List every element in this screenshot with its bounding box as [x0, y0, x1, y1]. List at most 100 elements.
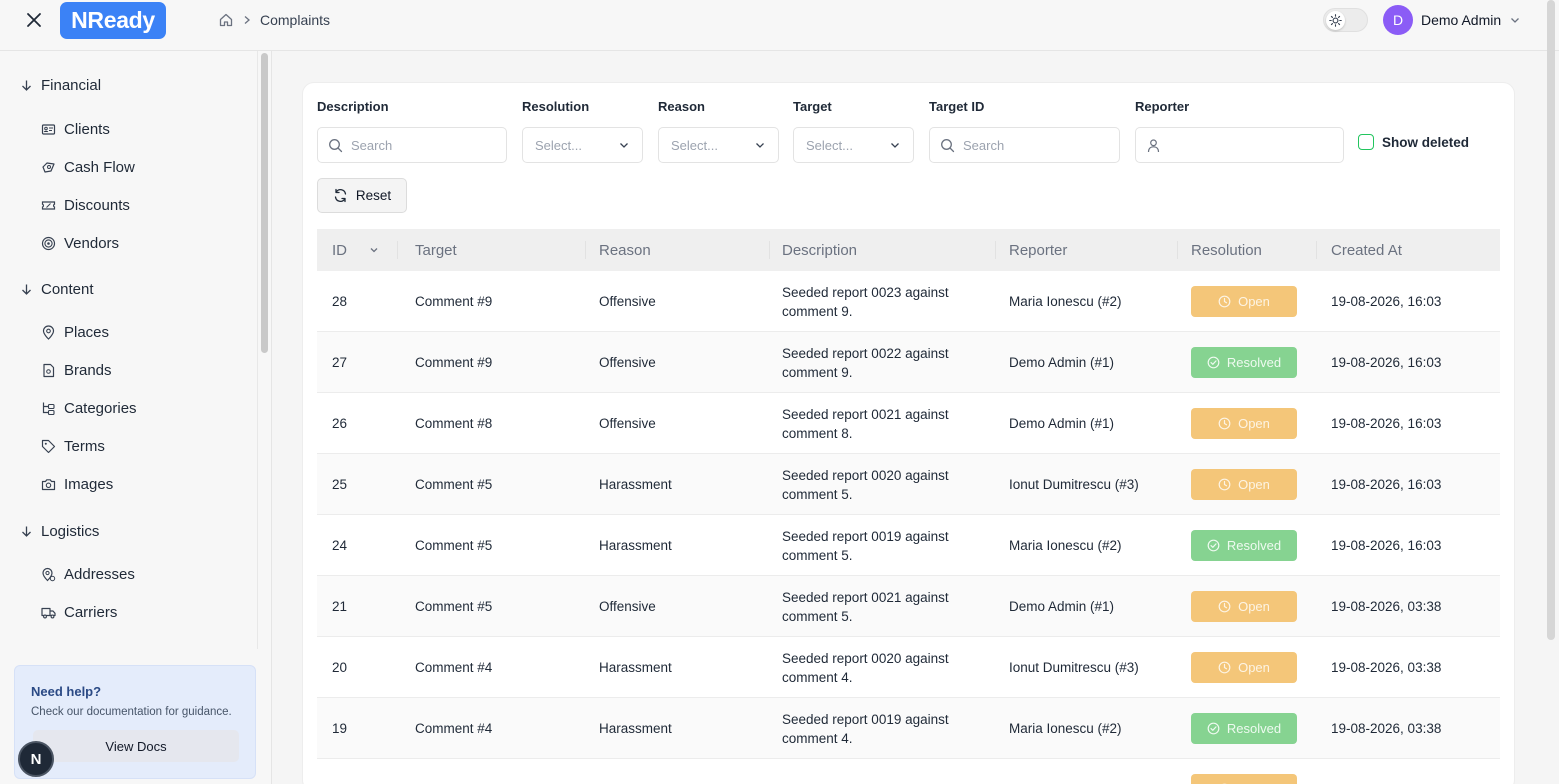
cell-reporter[interactable]: Maria Ionescu (#2)	[1009, 515, 1122, 576]
table-row[interactable]: 27 Comment #9 Offensive Seeded report 0022 …	[317, 332, 1500, 393]
cell-description: Seeded report 0020 against comment 5.	[782, 454, 972, 515]
table-row[interactable]: 25 Comment #5 Harassment Seeded report 0020…	[317, 454, 1500, 515]
sidebar-item-clients[interactable]: Clients	[41, 121, 110, 138]
table-row[interactable]: 21 Comment #5 Offensive Seeded report 0021 …	[317, 576, 1500, 637]
cell-reporter[interactable]: Demo Admin (#1)	[1009, 576, 1114, 637]
theme-toggle[interactable]	[1323, 8, 1368, 32]
sidebar-item-addresses[interactable]: Addresses	[41, 566, 135, 583]
cell-description: Seeded report 0022 against comment 9.	[782, 332, 972, 393]
description-line-1: Seeded report 0023 against	[782, 284, 949, 300]
sidebar-item-vendors[interactable]: Vendors	[41, 235, 119, 252]
target-select[interactable]: Select...	[793, 127, 914, 163]
cell-created-at: 19-08-2026, 16:03	[1331, 294, 1442, 309]
column-header-target[interactable]: Target	[415, 229, 457, 271]
cell-target[interactable]: Comment #8	[415, 393, 492, 454]
column-header-reason[interactable]: Reason	[599, 229, 651, 271]
sidebar-item-label: Discounts	[64, 197, 130, 214]
cell-target[interactable]: Comment #9	[415, 332, 492, 393]
cell-reporter[interactable]: Demo Admin (#1)	[1009, 332, 1114, 393]
sidebar-item-images[interactable]: Images	[41, 476, 113, 493]
refresh-icon	[334, 188, 347, 203]
column-header-description[interactable]: Description	[782, 229, 857, 271]
cell-target[interactable]: Comment #5	[415, 454, 492, 515]
cell-description: Seeded report 0020 against comment 4.	[782, 637, 972, 698]
cell-reporter[interactable]: Ionut Dumitrescu (#3)	[1009, 637, 1139, 698]
search-icon	[329, 138, 343, 152]
cell-reason: Offensive	[599, 416, 656, 431]
section-label: Logistics	[41, 523, 100, 540]
sidebar-item-label: Addresses	[64, 566, 135, 583]
section-financial[interactable]: Financial	[20, 77, 101, 94]
description-line-2: comment 5.	[782, 486, 853, 502]
select-value: Select...	[535, 137, 582, 153]
cell-target[interactable]: Comment #9	[415, 271, 492, 332]
sidebar-nav: Financial Clients Cash Flow Discounts Ve…	[0, 51, 258, 649]
sidebar-item-label: Carriers	[64, 604, 118, 621]
description-line-2: comment 4.	[782, 730, 853, 746]
view-docs-button[interactable]: View Docs	[33, 730, 239, 762]
sidebar-item-carriers[interactable]: Carriers	[41, 604, 117, 621]
ticket-icon	[41, 201, 56, 210]
column-header-id[interactable]: ID	[332, 229, 379, 271]
n-floating-button[interactable]: N	[18, 741, 54, 777]
camera-icon	[41, 479, 56, 491]
sort-chevron-icon[interactable]	[369, 245, 379, 255]
sidebar-item-places[interactable]: Places	[41, 324, 109, 341]
cell-id: 28	[332, 294, 348, 309]
chevron-right-icon	[244, 16, 250, 24]
reporter-input[interactable]	[1135, 127, 1344, 163]
resolution-select[interactable]: Select...	[522, 127, 643, 163]
column-header-reporter[interactable]: Reporter	[1009, 229, 1067, 271]
table-row[interactable]: 26 Comment #8 Offensive Seeded report 0021 …	[317, 393, 1500, 454]
cell-created-at: 19-08-2026, 03:38	[1331, 599, 1442, 614]
app-logo[interactable]: NReady	[60, 2, 166, 39]
cell-reason: Harassment	[599, 538, 672, 553]
sidebar-item-label: Categories	[64, 400, 137, 417]
sidebar-item-cash-flow[interactable]: Cash Flow	[41, 159, 135, 176]
sidebar-item-categories[interactable]: Categories	[41, 400, 137, 417]
input-placeholder: Search	[963, 137, 1005, 153]
column-header-created-at[interactable]: Created At	[1331, 229, 1402, 271]
cell-description: Seeded report 0023 against comment 9.	[782, 271, 972, 332]
cell-target[interactable]: Comment #4	[415, 637, 492, 698]
sidebar-item-discounts[interactable]: Discounts	[41, 197, 130, 214]
reset-button[interactable]: Reset	[317, 178, 407, 213]
close-sidebar-button[interactable]	[22, 8, 46, 32]
clock-icon	[1218, 417, 1231, 430]
section-content[interactable]: Content	[20, 281, 94, 298]
sidebar-item-terms[interactable]: Terms	[41, 438, 105, 455]
check-circle-icon	[1207, 722, 1220, 735]
checkbox-box[interactable]	[1358, 134, 1374, 150]
cell-reporter[interactable]: Maria Ionescu (#2)	[1009, 271, 1122, 332]
sidebar-scrollbar[interactable]	[261, 53, 268, 353]
arrow-down-icon	[22, 284, 31, 295]
cell-reason: Offensive	[599, 355, 656, 370]
sun-icon	[1329, 14, 1342, 27]
table-row[interactable]: 19 Comment #4 Harassment Seeded report 0019…	[317, 698, 1500, 759]
cell-target[interactable]: Comment #5	[415, 576, 492, 637]
target-id-search-input[interactable]: Search	[929, 127, 1120, 163]
cell-reporter[interactable]: Demo Admin (#1)	[1009, 393, 1114, 454]
status-badge: Open	[1191, 286, 1297, 317]
table-row[interactable]: Seeded report 0018 against Open	[317, 759, 1500, 784]
description-line-1: Seeded report 0021 against	[782, 406, 949, 422]
cell-target[interactable]: Comment #5	[415, 515, 492, 576]
description-search-input[interactable]: Search	[317, 127, 507, 163]
column-header-resolution[interactable]: Resolution	[1191, 229, 1262, 271]
arrow-down-icon	[22, 526, 31, 537]
user-menu[interactable]: D Demo Admin	[1383, 5, 1521, 35]
sidebar-item-brands[interactable]: Brands	[41, 362, 112, 379]
section-logistics[interactable]: Logistics	[20, 523, 99, 540]
reason-select[interactable]: Select...	[658, 127, 779, 163]
cell-reporter[interactable]: Ionut Dumitrescu (#3)	[1009, 454, 1139, 515]
page-scrollbar[interactable]	[1547, 0, 1555, 640]
show-deleted-checkbox[interactable]: Show deleted	[1358, 134, 1469, 150]
cell-target[interactable]: Comment #4	[415, 698, 492, 759]
table-row[interactable]: 20 Comment #4 Harassment Seeded report 0020…	[317, 637, 1500, 698]
cell-reporter[interactable]: Maria Ionescu (#2)	[1009, 698, 1122, 759]
table-row[interactable]: 24 Comment #5 Harassment Seeded report 0019…	[317, 515, 1500, 576]
description-line-1: Seeded report 0020 against	[782, 467, 949, 483]
table-row[interactable]: 28 Comment #9 Offensive Seeded report 0023 …	[317, 271, 1500, 332]
home-icon[interactable]	[218, 12, 234, 28]
clock-icon	[1218, 661, 1231, 674]
